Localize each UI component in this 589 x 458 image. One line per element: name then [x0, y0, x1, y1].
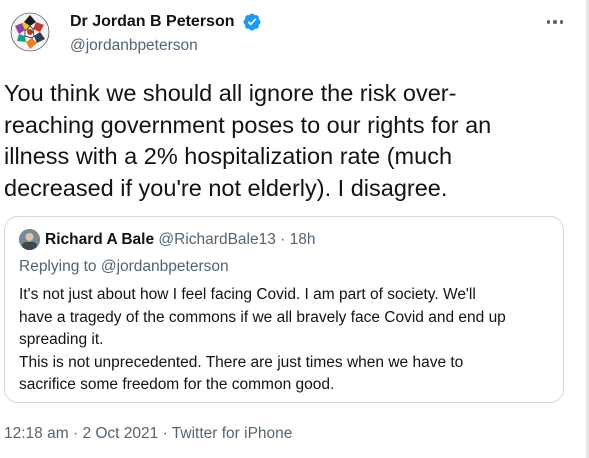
author-name[interactable]: Dr Jordan B Peterson	[70, 12, 234, 32]
replying-to: Replying to @jordanbpeterson	[19, 258, 229, 275]
tweet-meta: 12:18 am · 2 Oct 2021 · Twitter for iPho…	[4, 424, 292, 444]
quoted-time: 18h	[289, 231, 316, 248]
separator: ·	[162, 425, 168, 442]
quoted-author-avatar	[19, 229, 40, 250]
author-avatar[interactable]	[10, 12, 50, 52]
tweet-text: You think we should all ignore the risk …	[4, 78, 564, 204]
tweet-text-line: You think we should all ignore the risk …	[4, 80, 457, 106]
quoted-text-line: It's not just about how I feel facing Co…	[19, 286, 476, 303]
author-handle[interactable]: @jordanbpeterson	[70, 36, 198, 56]
quoted-header: Richard A Bale @RichardBale13 · 18h	[45, 230, 316, 250]
tweet: Dr Jordan B Peterson @jordanbpeterson Yo…	[0, 0, 589, 458]
mosaic-avatar-icon	[10, 12, 50, 52]
tweet-date[interactable]: 2 Oct 2021	[82, 425, 158, 442]
quoted-author-name: Richard A Bale	[45, 231, 155, 248]
quoted-tweet-card[interactable]: Richard A Bale @RichardBale13 · 18h Repl…	[4, 216, 564, 403]
tweet-text-line: reaching government poses to our rights …	[4, 111, 492, 138]
quoted-text-line: sacrifice some freedom for the common go…	[19, 376, 335, 393]
tweet-source[interactable]: Twitter for iPhone	[172, 425, 293, 442]
quoted-text: It's not just about how I feel facing Co…	[19, 284, 559, 397]
more-options-icon[interactable]	[543, 10, 567, 34]
quoted-author-handle: @RichardBale13	[158, 231, 276, 248]
tweet-text-line: illness with a 2% hospitalization rate (…	[4, 143, 453, 169]
verified-badge-icon	[242, 12, 262, 32]
quoted-text-line: have a tragedy of the commons if we all …	[19, 308, 506, 326]
separator: ·	[72, 425, 79, 442]
tweet-time[interactable]: 12:18 am	[4, 425, 69, 442]
tweet-text-line: decreased if you're not elderly). I disa…	[4, 174, 448, 201]
quoted-text-line: This is not unprecedented. There are jus…	[19, 353, 464, 371]
quoted-text-line: spreading it.	[19, 331, 104, 348]
separator: ·	[280, 231, 286, 248]
